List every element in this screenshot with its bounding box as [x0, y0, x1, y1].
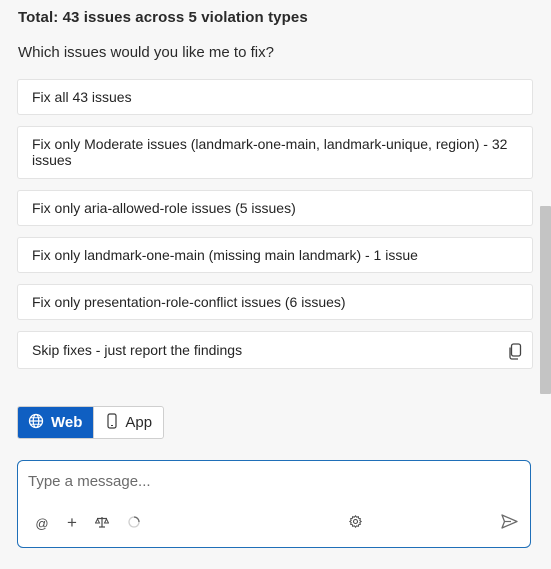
globe-icon: [28, 413, 44, 433]
loading-icon: [127, 515, 141, 532]
platform-toggle: Web App: [17, 406, 165, 439]
toggle-app-label: App: [125, 414, 153, 431]
send-icon: [500, 514, 518, 532]
option-fix-landmark-one-main[interactable]: Fix only landmark-one-main (missing main…: [17, 237, 533, 273]
option-label: Fix only Moderate issues (landmark-one-m…: [32, 136, 508, 168]
question-text: Which issues would you like me to fix?: [18, 44, 274, 61]
send-button[interactable]: [500, 514, 518, 532]
toggle-app-button[interactable]: App: [93, 407, 163, 438]
settings-button[interactable]: [347, 514, 363, 531]
phone-icon: [106, 412, 118, 433]
balance-button[interactable]: [94, 515, 110, 531]
summary-title: Total: 43 issues across 5 violation type…: [18, 9, 308, 26]
option-label: Fix all 43 issues: [32, 89, 132, 105]
message-composer: @ +: [17, 460, 531, 548]
message-input[interactable]: [28, 470, 508, 492]
option-skip-fixes[interactable]: Skip fixes - just report the findings: [17, 331, 533, 369]
plus-icon: +: [67, 513, 77, 532]
scrollbar-thumb[interactable]: [540, 206, 551, 394]
gear-icon: [348, 514, 362, 531]
copy-icon[interactable]: [507, 343, 523, 361]
option-label: Skip fixes - just report the findings: [32, 342, 243, 358]
mention-button[interactable]: @: [34, 515, 50, 531]
option-fix-presentation-role-conflict[interactable]: Fix only presentation-role-conflict issu…: [17, 284, 533, 320]
at-icon: @: [35, 515, 49, 531]
option-label: Fix only aria-allowed-role issues (5 iss…: [32, 200, 296, 216]
status-indicator: [126, 515, 142, 531]
toggle-web-button[interactable]: Web: [18, 407, 94, 438]
option-fix-all[interactable]: Fix all 43 issues: [17, 79, 533, 115]
balance-icon: [94, 516, 110, 531]
fix-options-list: Fix all 43 issues Fix only Moderate issu…: [17, 79, 533, 380]
add-button[interactable]: +: [64, 513, 80, 532]
option-fix-aria-allowed-role[interactable]: Fix only aria-allowed-role issues (5 iss…: [17, 190, 533, 226]
option-label: Fix only landmark-one-main (missing main…: [32, 247, 418, 263]
toggle-web-label: Web: [51, 414, 83, 431]
option-label: Fix only presentation-role-conflict issu…: [32, 294, 346, 310]
option-fix-moderate[interactable]: Fix only Moderate issues (landmark-one-m…: [17, 126, 533, 179]
